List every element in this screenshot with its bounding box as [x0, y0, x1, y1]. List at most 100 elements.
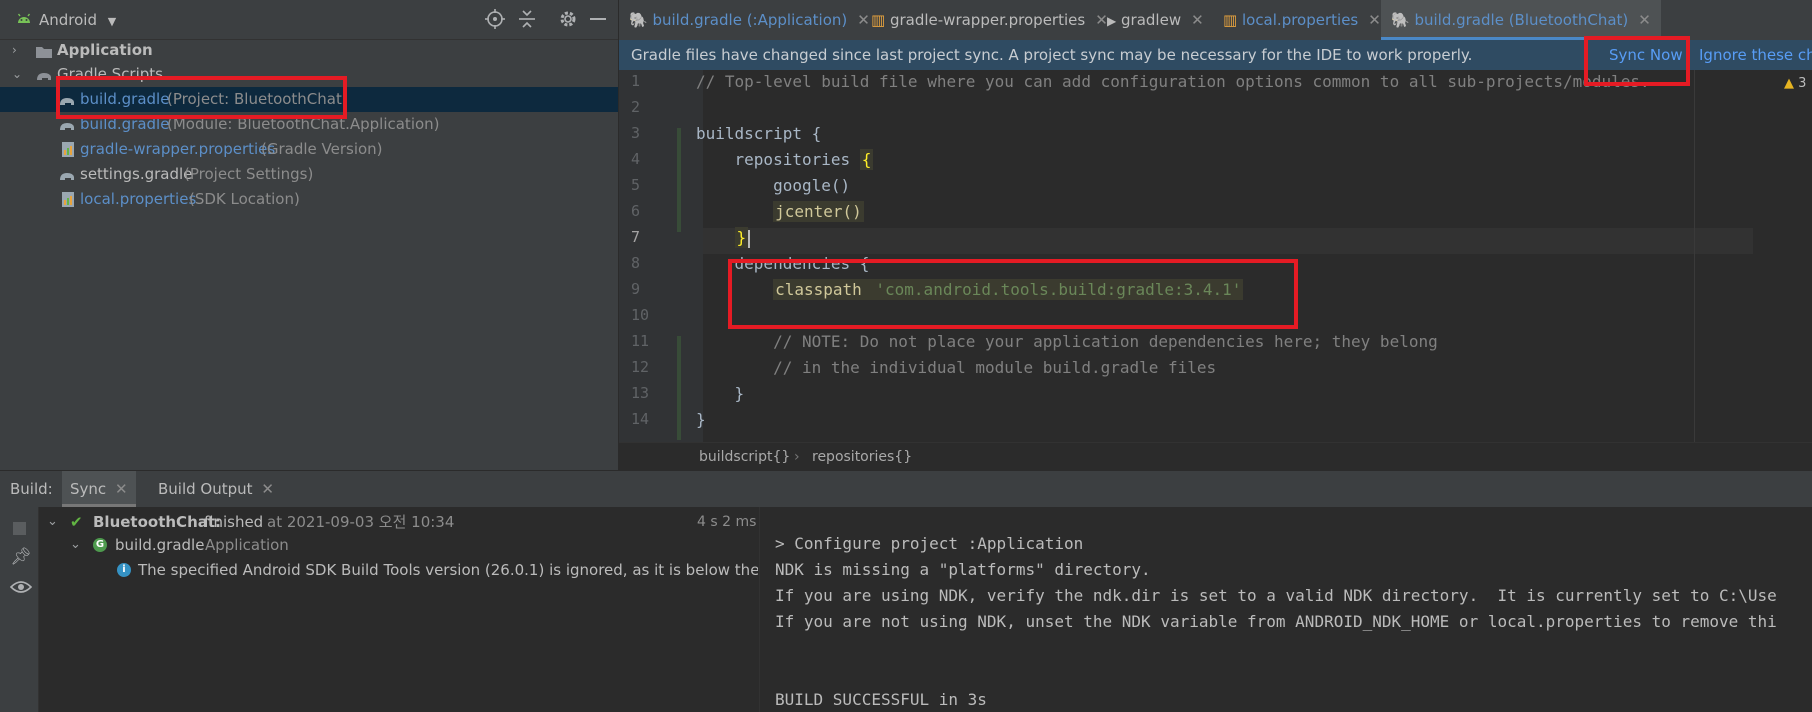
line-number: 10	[631, 306, 650, 324]
tree-item-gradle-wrapper[interactable]: gradle-wrapper.properties (Gradle Versio…	[0, 137, 618, 162]
chevron-down-icon: ⌄	[47, 514, 58, 529]
tab-label: local.properties	[1241, 11, 1359, 29]
line-number: 13	[631, 384, 650, 402]
tree-item-detail: (Project Settings)	[184, 165, 314, 183]
tree-item-label: Application	[57, 41, 153, 59]
highlight-box-sync-now	[1584, 36, 1690, 86]
chevron-down-icon: ⌄	[70, 537, 81, 552]
line-number: 14	[631, 410, 650, 428]
tree-item-detail: (Gradle Version)	[261, 140, 383, 158]
build-root-name: BluetoothChat:	[93, 513, 222, 531]
text-caret	[748, 229, 751, 248]
build-tree-root[interactable]: ⌄ ✔ BluetoothChat: finished at 2021-09-0…	[45, 510, 756, 534]
gear-icon[interactable]	[557, 8, 579, 30]
build-root-status: finished	[204, 513, 264, 531]
project-panel: Android ▼ › Application ⌄ Gradle Scripts	[0, 0, 619, 470]
code-text: repositories	[696, 150, 860, 169]
matched-brace: {	[859, 149, 874, 170]
eye-icon[interactable]	[9, 579, 33, 595]
tab-sync[interactable]: Sync ✕	[62, 471, 136, 507]
collapse-all-icon[interactable]	[516, 8, 538, 30]
properties-file-icon	[60, 141, 78, 157]
tab-gradlew[interactable]: ▶ gradlew ✕	[1107, 0, 1204, 40]
tab-label: Sync	[70, 480, 107, 498]
build-message-text: The specified Android SDK Build Tools ve…	[138, 561, 758, 579]
console-line: BUILD SUCCESSFUL in 3s	[775, 690, 987, 709]
matched-brace: }	[734, 227, 749, 248]
code-line-7: }	[696, 227, 751, 248]
code-line-3: buildscript {	[696, 124, 822, 143]
breadcrumb-item[interactable]: repositories{}	[812, 443, 912, 471]
gradle-g-icon: G	[93, 538, 107, 552]
gradle-elephant-icon	[58, 167, 76, 183]
chevron-down-icon: ▼	[107, 15, 117, 28]
pin-icon[interactable]: 📌︎	[10, 547, 32, 567]
console-line: NDK is missing a "platforms" directory.	[775, 560, 1151, 579]
code-line-4: repositories {	[696, 149, 874, 170]
code-line-13: }	[696, 384, 745, 403]
ignore-changes-link[interactable]: Ignore these cha	[1699, 40, 1812, 70]
locate-icon[interactable]	[484, 8, 506, 30]
close-icon[interactable]: ✕	[857, 11, 870, 29]
android-icon	[16, 11, 32, 27]
breadcrumb-item[interactable]: buildscript{}	[699, 443, 790, 471]
build-tree-child[interactable]: ⌄ G build.gradle Application	[45, 533, 755, 557]
tab-label: gradlew	[1121, 11, 1182, 29]
line-number: 2	[631, 98, 641, 116]
console-line: > Configure project :Application	[775, 534, 1084, 553]
build-child-detail: Application	[205, 536, 289, 554]
tree-item-local-properties[interactable]: local.properties (SDK Location)	[0, 187, 618, 212]
vcs-change-marker	[677, 336, 681, 440]
tab-build-gradle-application[interactable]: 🐘 build.gradle (:Application) ✕	[629, 0, 870, 40]
build-tree-message[interactable]: i The specified Android SDK Build Tools …	[45, 558, 758, 582]
tree-item-label: local.properties	[80, 190, 197, 208]
tab-label: gradle-wrapper.properties	[889, 11, 1086, 29]
code-line-5: google()	[696, 176, 851, 195]
console-line: If you are not using NDK, unset the NDK …	[775, 612, 1777, 631]
close-icon[interactable]: ✕	[115, 480, 128, 498]
tab-build-output[interactable]: Build Output ✕	[150, 471, 282, 507]
stop-icon[interactable]	[13, 522, 26, 535]
tree-item-settings-gradle[interactable]: settings.gradle (Project Settings)	[0, 162, 618, 187]
close-icon[interactable]: ✕	[1095, 11, 1108, 29]
tree-item-application[interactable]: › Application	[0, 38, 618, 63]
properties-file-icon: ▥	[1223, 11, 1238, 29]
close-icon[interactable]: ✕	[1368, 11, 1381, 29]
line-gutter: 1 2 3 4 5 6 7 8 9 10 11 12 13 14	[619, 70, 703, 442]
build-child-name: build.gradle	[115, 536, 205, 554]
vcs-change-marker	[677, 128, 681, 232]
tab-gradle-wrapper-properties[interactable]: ▥ gradle-wrapper.properties ✕	[871, 0, 1108, 40]
tab-build-gradle-bluetoothchat[interactable]: 🐘 build.gradle (BluetoothChat) ✕	[1381, 0, 1661, 40]
build-panel-label: Build:	[10, 480, 53, 498]
project-view-selector[interactable]: Android ▼	[39, 9, 116, 33]
minimize-icon[interactable]	[590, 18, 606, 20]
close-icon[interactable]: ✕	[1191, 11, 1204, 29]
terminal-file-icon: ▶	[1107, 14, 1117, 28]
gradle-elephant-icon: 🐘	[629, 11, 648, 29]
tree-item-label: settings.gradle	[80, 165, 193, 183]
warning-indicator[interactable]: ▲ 3	[1784, 76, 1806, 91]
info-icon: i	[117, 563, 131, 577]
chevron-down-icon: ⌄	[12, 67, 23, 81]
right-margin-line	[1694, 70, 1695, 442]
line-number: 5	[631, 176, 641, 194]
code-line-11: // NOTE: Do not place your application d…	[696, 332, 1438, 351]
line-number: 8	[631, 254, 641, 272]
checkmark-icon: ✔	[70, 513, 83, 531]
properties-file-icon: ▥	[871, 11, 886, 29]
line-number: 9	[631, 280, 641, 298]
highlight-box-project-build-gradle	[56, 76, 347, 119]
line-number: 1	[631, 72, 641, 90]
tab-local-properties[interactable]: ▥ local.properties ✕	[1223, 0, 1381, 40]
line-number: 3	[631, 124, 641, 142]
chevron-right-icon: ›	[12, 43, 17, 57]
build-toolbar: 📌︎	[0, 507, 39, 712]
project-panel-header: Android ▼	[0, 0, 618, 40]
gradle-elephant-icon: 🐘	[1391, 11, 1410, 29]
highlight-box-classpath	[728, 259, 1298, 329]
gradle-elephant-icon	[35, 67, 53, 83]
close-icon[interactable]: ✕	[261, 480, 274, 498]
close-icon[interactable]: ✕	[1638, 11, 1651, 29]
